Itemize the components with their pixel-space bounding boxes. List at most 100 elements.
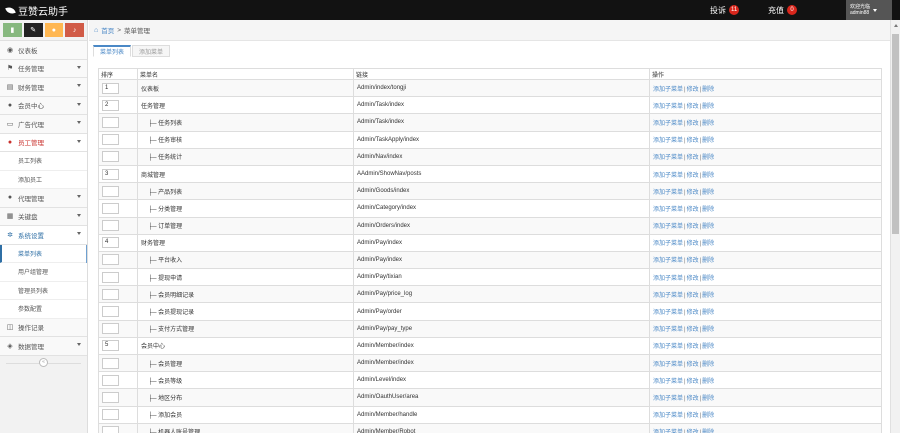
- delete-link[interactable]: 删除: [702, 138, 714, 144]
- sort-input[interactable]: [102, 323, 119, 335]
- sidebar-item-finance[interactable]: ▤ 财务管理: [0, 78, 87, 97]
- edit-link[interactable]: 修改: [687, 258, 699, 264]
- delete-link[interactable]: 删除: [702, 87, 714, 93]
- sidebar-item-dashboard[interactable]: ◉ 仪表板: [0, 41, 87, 60]
- sidebar-subitem-params[interactable]: 参数配置: [0, 300, 87, 319]
- sort-input[interactable]: [102, 271, 119, 283]
- edit-link[interactable]: 修改: [687, 87, 699, 93]
- edit-link[interactable]: 修改: [687, 413, 699, 419]
- delete-link[interactable]: 删除: [702, 293, 714, 299]
- edit-link[interactable]: 修改: [687, 344, 699, 350]
- collapse-sidebar-button[interactable]: «: [39, 358, 48, 367]
- add-submenu-link[interactable]: 添加子菜单: [653, 121, 683, 127]
- sort-input[interactable]: [102, 374, 119, 386]
- delete-link[interactable]: 删除: [702, 207, 714, 213]
- add-submenu-link[interactable]: 添加子菜单: [653, 310, 683, 316]
- edit-link[interactable]: 修改: [687, 396, 699, 402]
- sort-input[interactable]: 4: [102, 237, 119, 249]
- sort-input[interactable]: [102, 254, 119, 266]
- sidebar-item-staff[interactable]: ● 员工管理: [0, 133, 87, 152]
- sort-input[interactable]: [102, 185, 119, 197]
- brand[interactable]: 豆赞云助手: [5, 3, 68, 18]
- sidebar-subitem-staff-list[interactable]: 员工列表: [0, 152, 87, 171]
- delete-link[interactable]: 删除: [702, 413, 714, 419]
- sort-input[interactable]: [102, 151, 119, 163]
- delete-link[interactable]: 删除: [702, 310, 714, 316]
- edit-link[interactable]: 修改: [687, 362, 699, 368]
- sidebar-item-oplog[interactable]: ◫ 操作记录: [0, 318, 87, 337]
- edit-link[interactable]: 修改: [687, 138, 699, 144]
- add-submenu-link[interactable]: 添加子菜单: [653, 379, 683, 385]
- edit-link[interactable]: 修改: [687, 173, 699, 179]
- delete-link[interactable]: 删除: [702, 224, 714, 230]
- add-submenu-link[interactable]: 添加子菜单: [653, 207, 683, 213]
- delete-link[interactable]: 删除: [702, 258, 714, 264]
- edit-link[interactable]: 修改: [687, 327, 699, 333]
- shortcut-users-button[interactable]: ●: [44, 23, 64, 37]
- add-submenu-link[interactable]: 添加子菜单: [653, 293, 683, 299]
- sort-input[interactable]: 5: [102, 340, 119, 352]
- sort-input[interactable]: [102, 357, 119, 369]
- add-submenu-link[interactable]: 添加子菜单: [653, 104, 683, 110]
- delete-link[interactable]: 删除: [702, 396, 714, 402]
- sort-input[interactable]: [102, 409, 119, 421]
- shortcut-alerts-button[interactable]: ♪: [65, 23, 84, 37]
- delete-link[interactable]: 删除: [702, 104, 714, 110]
- edit-link[interactable]: 修改: [687, 224, 699, 230]
- tab-add-menu[interactable]: 添加菜单: [132, 45, 171, 57]
- scroll-up-button[interactable]: [891, 20, 900, 30]
- add-submenu-link[interactable]: 添加子菜单: [653, 327, 683, 333]
- sidebar-item-keyboard[interactable]: ▦ 关键盘: [0, 207, 87, 226]
- edit-link[interactable]: 修改: [687, 276, 699, 282]
- sidebar-subitem-admin-list[interactable]: 管理员列表: [0, 281, 87, 300]
- edit-link[interactable]: 修改: [687, 121, 699, 127]
- delete-link[interactable]: 删除: [702, 241, 714, 247]
- sort-input[interactable]: 3: [102, 168, 119, 180]
- scroll-thumb[interactable]: [892, 34, 899, 234]
- sidebar-item-data[interactable]: ◈ 数据管理: [0, 337, 87, 356]
- sidebar-subitem-user-groups[interactable]: 用户组管理: [0, 263, 87, 282]
- add-submenu-link[interactable]: 添加子菜单: [653, 87, 683, 93]
- sort-input[interactable]: [102, 288, 119, 300]
- add-submenu-link[interactable]: 添加子菜单: [653, 190, 683, 196]
- edit-link[interactable]: 修改: [687, 310, 699, 316]
- add-submenu-link[interactable]: 添加子菜单: [653, 276, 683, 282]
- delete-link[interactable]: 删除: [702, 190, 714, 196]
- edit-link[interactable]: 修改: [687, 379, 699, 385]
- add-submenu-link[interactable]: 添加子菜单: [653, 241, 683, 247]
- sort-input[interactable]: [102, 426, 119, 433]
- edit-link[interactable]: 修改: [687, 241, 699, 247]
- nav-recharge[interactable]: 充值 0: [768, 4, 797, 16]
- delete-link[interactable]: 删除: [702, 362, 714, 368]
- delete-link[interactable]: 删除: [702, 276, 714, 282]
- sidebar-subitem-menu-list[interactable]: 菜单列表: [0, 244, 87, 263]
- add-submenu-link[interactable]: 添加子菜单: [653, 258, 683, 264]
- sidebar-item-agents[interactable]: ● 代理管理: [0, 189, 87, 208]
- tab-menu-list[interactable]: 菜单列表: [93, 45, 132, 57]
- add-submenu-link[interactable]: 添加子菜单: [653, 344, 683, 350]
- sort-input[interactable]: [102, 116, 119, 128]
- sort-input[interactable]: [102, 220, 119, 232]
- add-submenu-link[interactable]: 添加子菜单: [653, 396, 683, 402]
- delete-link[interactable]: 删除: [702, 379, 714, 385]
- sidebar-item-ads[interactable]: ▭ 广告代理: [0, 115, 87, 134]
- shortcut-edit-button[interactable]: ✎: [23, 23, 43, 37]
- add-submenu-link[interactable]: 添加子菜单: [653, 224, 683, 230]
- delete-link[interactable]: 删除: [702, 344, 714, 350]
- shortcut-stats-button[interactable]: ▮: [3, 23, 22, 37]
- user-menu[interactable]: 欢迎光临 admin88: [846, 0, 892, 20]
- delete-link[interactable]: 删除: [702, 121, 714, 127]
- sort-input[interactable]: 2: [102, 99, 119, 111]
- sidebar-item-system[interactable]: ✲ 系统设置: [0, 226, 87, 245]
- sidebar-item-tasks[interactable]: ⚑ 任务管理: [0, 59, 87, 78]
- sort-input[interactable]: [102, 306, 119, 318]
- edit-link[interactable]: 修改: [687, 293, 699, 299]
- sort-input[interactable]: [102, 391, 119, 403]
- edit-link[interactable]: 修改: [687, 155, 699, 161]
- sort-input[interactable]: [102, 202, 119, 214]
- edit-link[interactable]: 修改: [687, 104, 699, 110]
- sort-input[interactable]: [102, 134, 119, 146]
- sidebar-item-members[interactable]: ● 会员中心: [0, 96, 87, 115]
- delete-link[interactable]: 删除: [702, 173, 714, 179]
- delete-link[interactable]: 删除: [702, 155, 714, 161]
